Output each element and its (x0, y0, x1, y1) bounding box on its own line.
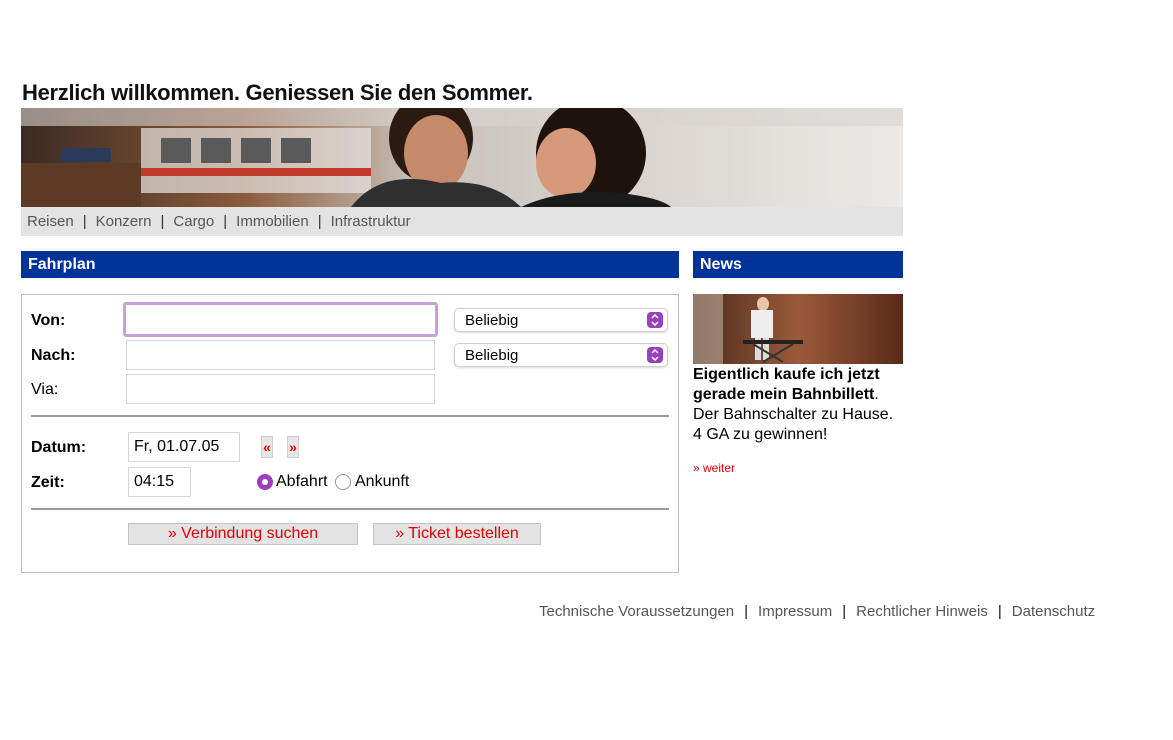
prev-date-button[interactable]: « (261, 436, 273, 458)
nav-konzern[interactable]: Konzern (90, 213, 158, 230)
nav-separator: | (82, 213, 87, 230)
nav-reisen[interactable]: Reisen (21, 213, 80, 230)
nav-infrastruktur[interactable]: Infrastruktur (325, 213, 417, 230)
news-photo (693, 294, 903, 364)
via-input[interactable] (126, 374, 435, 404)
footer-separator: | (744, 603, 749, 620)
footer-impressum[interactable]: Impressum (758, 603, 832, 620)
news-image[interactable] (693, 294, 903, 364)
nach-type-select-value: Beliebig (465, 346, 519, 364)
ankunft-label: Ankunft (355, 473, 410, 490)
abfahrt-radio[interactable] (257, 474, 273, 490)
footer-separator: | (997, 603, 1002, 620)
news-more-link[interactable]: » weiter (693, 461, 735, 475)
fahrplan-header: Fahrplan (21, 251, 679, 278)
select-arrows-icon (647, 312, 663, 328)
zeit-input[interactable] (128, 467, 191, 497)
page-headline: Herzlich willkommen. Geniessen Sie den S… (22, 80, 533, 105)
nav-separator: | (317, 213, 322, 230)
news-line-1: Der Bahnschalter zu Hause. (693, 406, 894, 423)
footer-separator: | (842, 603, 847, 620)
nach-input[interactable] (126, 340, 435, 370)
ticket-bestellen-button[interactable]: » Ticket bestellen (373, 523, 541, 545)
nach-type-select[interactable]: Beliebig (454, 343, 668, 367)
footer-rechtlicher-hinweis[interactable]: Rechtlicher Hinweis (856, 603, 988, 620)
footer-links: Technische Voraussetzungen | Impressum |… (539, 603, 1095, 620)
nav-separator: | (223, 213, 228, 230)
news-headline[interactable]: Eigentlich kaufe ich jetzt gerade mein B… (693, 366, 880, 403)
datum-label: Datum: (31, 439, 87, 456)
abfahrt-label: Abfahrt (276, 473, 328, 490)
verbindung-suchen-button[interactable]: » Verbindung suchen (128, 523, 358, 545)
hero-photo (21, 108, 903, 207)
footer-datenschutz[interactable]: Datenschutz (1012, 603, 1095, 620)
footer-technische-voraussetzungen[interactable]: Technische Voraussetzungen (539, 603, 734, 620)
von-type-select-value: Beliebig (465, 311, 519, 329)
zeit-label: Zeit: (31, 474, 65, 491)
fahrplan-form: Von: Beliebig Nach: Beliebig Via: Datum:… (21, 294, 679, 573)
nav-immobilien[interactable]: Immobilien (230, 213, 315, 230)
news-header: News (693, 251, 903, 278)
ankunft-radio[interactable] (335, 474, 351, 490)
form-divider (31, 508, 669, 510)
hero-banner-image (21, 108, 903, 207)
top-navigation: Reisen | Konzern | Cargo | Immobilien | … (21, 207, 903, 236)
nav-separator: | (160, 213, 165, 230)
news-teaser: Eigentlich kaufe ich jetzt gerade mein B… (693, 365, 903, 445)
next-date-button[interactable]: » (287, 436, 299, 458)
news-line-2: 4 GA zu gewinnen! (693, 426, 828, 443)
von-type-select[interactable]: Beliebig (454, 308, 668, 332)
von-input[interactable] (123, 302, 438, 337)
via-label: Via: (31, 381, 59, 398)
form-divider (31, 415, 669, 417)
nav-cargo[interactable]: Cargo (167, 213, 220, 230)
nach-label: Nach: (31, 347, 76, 364)
von-label: Von: (31, 312, 66, 329)
news-headline-end: . (874, 386, 879, 403)
datum-input[interactable] (128, 432, 240, 462)
select-arrows-icon (647, 347, 663, 363)
